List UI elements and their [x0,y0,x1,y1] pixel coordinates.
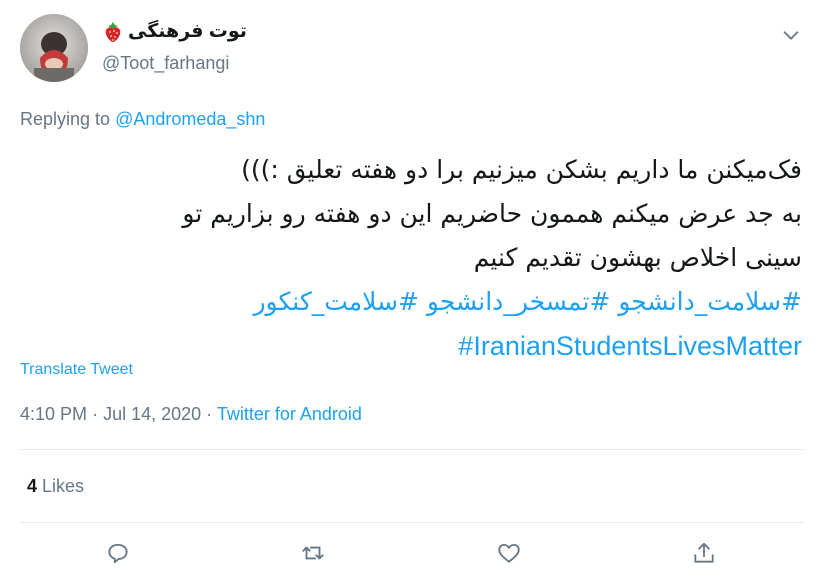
tweet-source-link[interactable]: Twitter for Android [217,404,362,424]
avatar[interactable] [20,14,88,82]
tweet-meta: 4:10 PM · Jul 14, 2020 · Twitter for And… [20,404,362,425]
likes-label: Likes [42,476,85,496]
likes-count: 4 [27,476,38,496]
hashtag-links-fa[interactable]: #سلامت_دانشجو #تمسخر_دانشجو #سلامت_کنکور [12,280,802,324]
retweet-icon [302,546,324,560]
replying-to-label: Replying to [20,109,111,129]
heart-icon [498,543,520,563]
divider [20,449,804,450]
meta-separator: · [206,404,213,424]
tweet-line: سینی اخلاص بهشون تقدیم کنیم [473,243,802,272]
share-icon [694,542,714,563]
tweet-date[interactable]: Jul 14, 2020 [103,404,201,424]
meta-separator: · [92,404,99,424]
retweet-button[interactable] [298,538,328,568]
avatar-image [20,14,88,82]
reply-mention-link[interactable]: @Andromeda_shn [115,109,265,129]
hashtag-link-en[interactable]: #IranianStudentsLivesMatter [458,324,802,368]
user-handle[interactable]: @Toot_farhangi [102,53,229,74]
tweet-time[interactable]: 4:10 PM [20,404,87,424]
reply-icon [108,543,128,564]
replying-to: Replying to @Andromeda_shn [20,109,265,130]
share-button[interactable] [689,538,719,568]
tweet-line: فک‌میکنن ما داریم بشکن میزنیم برا دو هفت… [241,155,802,184]
translate-tweet-link[interactable]: Translate Tweet [20,361,133,379]
tweet-card: توت فرهنگی @Toot_farhangi Replying to @A… [0,0,824,587]
tweet-line: به جد عرض میکنم هممون حاضریم این دو هفته… [182,199,802,228]
reply-button[interactable] [103,538,133,568]
display-name[interactable]: توت فرهنگی [128,20,247,43]
chevron-down-icon[interactable] [780,24,802,46]
divider [20,522,804,523]
like-button[interactable] [494,538,524,568]
tweet-text: فک‌میکنن ما داریم بشکن میزنیم برا دو هفت… [12,148,802,369]
likes-link[interactable]: 4 Likes [27,476,84,497]
strawberry-icon [105,21,121,42]
display-name-row: توت فرهنگی [102,20,247,43]
